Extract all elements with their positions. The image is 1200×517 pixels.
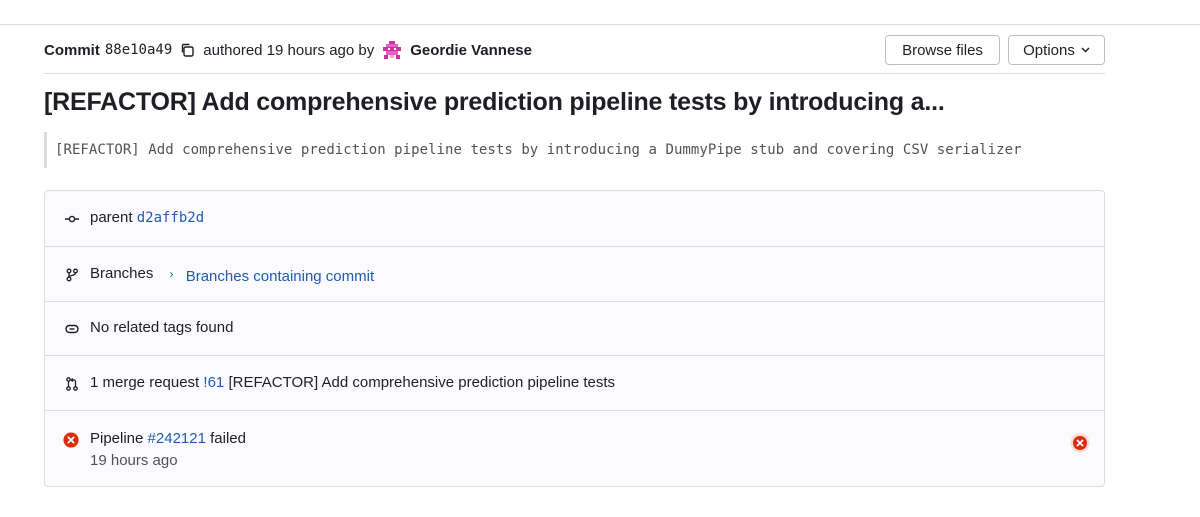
branches-label: Branches [90, 265, 154, 282]
authored-text: authored 19 hours ago by [203, 41, 375, 59]
options-button[interactable]: Options [1008, 35, 1105, 65]
top-divider [0, 24, 1200, 25]
chevron-right-icon[interactable]: › [170, 267, 174, 281]
pipeline-text: Pipeline #242121 failed [90, 430, 246, 447]
branches-containing-link[interactable]: Branches containing commit [186, 268, 374, 285]
merge-request-count: 1 merge request [90, 374, 200, 391]
merge-request-link[interactable]: !61 [203, 374, 224, 391]
browse-files-button[interactable]: Browse files [885, 35, 1000, 65]
merge-request-title: [REFACTOR] Add comprehensive prediction … [228, 374, 616, 391]
pipeline-status-text: failed [210, 430, 246, 447]
commit-label: Commit [44, 41, 100, 59]
branch-icon [64, 267, 80, 283]
parent-label: parent [90, 209, 133, 226]
tag-icon [64, 321, 80, 337]
options-label: Options [1023, 41, 1075, 59]
parent-sha-link[interactable]: d2affb2d [137, 210, 204, 226]
commit-sha: 88e10a49 [104, 42, 173, 58]
chevron-down-icon [1081, 46, 1090, 56]
pipeline-time: 19 hours ago [90, 452, 178, 469]
commit-description: [REFACTOR] Add comprehensive prediction … [44, 132, 1022, 168]
merge-request-text: 1 merge request !61 [REFACTOR] Add compr… [90, 374, 615, 391]
pipeline-label: Pipeline [90, 430, 144, 447]
status-failed-icon[interactable] [1070, 433, 1090, 453]
commit-info-panel: parent d2affb2d Branches › Branches cont… [44, 190, 1105, 487]
merge-request-icon [64, 376, 80, 392]
tags-row: No related tags found [45, 302, 1104, 356]
merge-request-row: 1 merge request !61 [REFACTOR] Add compr… [45, 356, 1104, 411]
commit-title: [REFACTOR] Add comprehensive prediction … [44, 88, 945, 116]
branches-row: Branches › Branches containing commit [45, 247, 1104, 302]
commit-description-text: [REFACTOR] Add comprehensive prediction … [55, 142, 1022, 158]
commit-header: Commit 88e10a49 authored 19 hours ago by [44, 35, 1105, 74]
pipeline-row: Pipeline #242121 failed 19 hours ago [45, 411, 1104, 486]
copy-icon[interactable] [180, 43, 194, 57]
status-failed-icon[interactable] [63, 432, 79, 448]
commit-meta: Commit 88e10a49 authored 19 hours ago by [44, 40, 532, 60]
avatar[interactable] [382, 40, 402, 60]
pipeline-link[interactable]: #242121 [148, 430, 206, 447]
parent-text: parent d2affb2d [90, 209, 204, 226]
commit-icon [64, 211, 80, 227]
parent-row: parent d2affb2d [45, 191, 1104, 247]
branches-text: Branches › Branches containing commit [90, 265, 374, 285]
author-name[interactable]: Geordie Vannese [410, 42, 532, 59]
tags-text: No related tags found [90, 319, 234, 336]
